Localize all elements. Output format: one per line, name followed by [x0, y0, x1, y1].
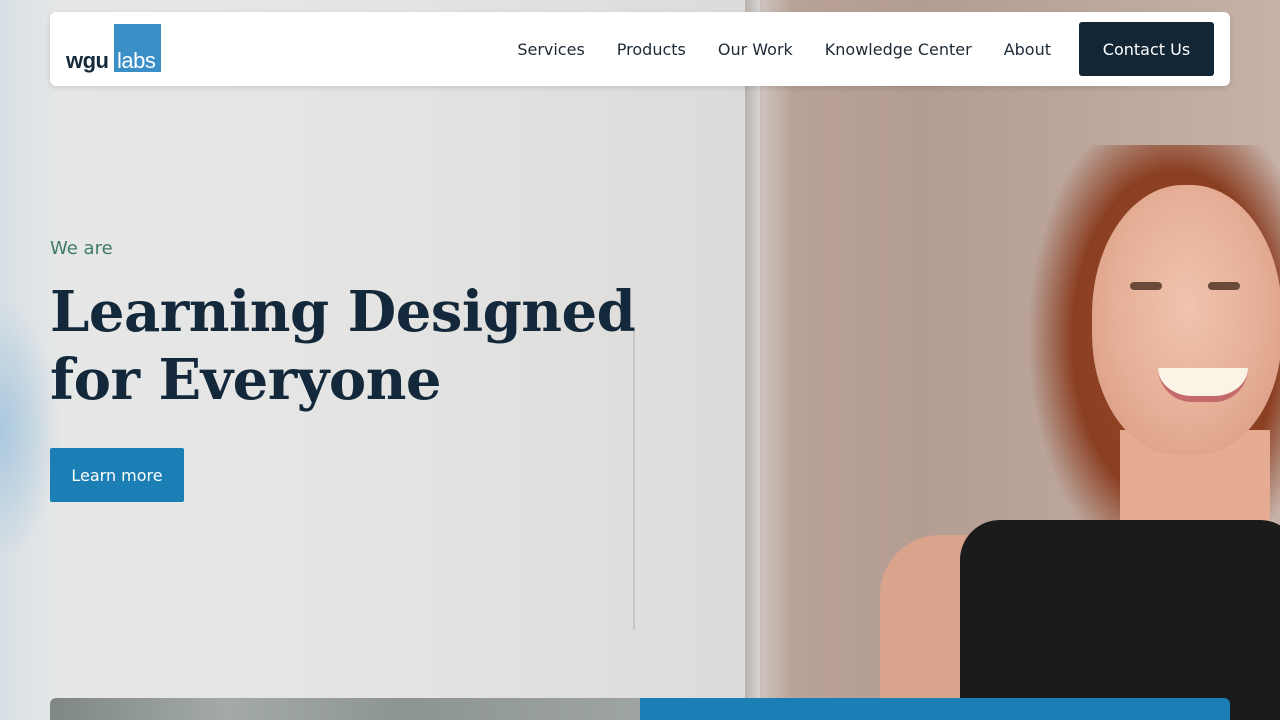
person-eye — [1208, 282, 1240, 290]
nav-about[interactable]: About — [1004, 40, 1051, 59]
hero-eyebrow: We are — [50, 238, 113, 259]
logo-wordmark-wgu: wgu — [66, 48, 109, 73]
feature-card-panel — [640, 698, 1230, 720]
nav-knowledge-center[interactable]: Knowledge Center — [825, 40, 972, 59]
nav-services[interactable]: Services — [517, 40, 584, 59]
hero-headline-line-1: Learning Designed — [50, 279, 636, 345]
hero-headline-line-2: for Everyone — [50, 347, 442, 413]
person-face — [1092, 185, 1280, 455]
nav-products[interactable]: Products — [617, 40, 686, 59]
person-top — [960, 520, 1280, 720]
person-eye — [1130, 282, 1162, 290]
learn-more-button[interactable]: Learn more — [50, 448, 184, 502]
main-nav: Services Products Our Work Knowledge Cen… — [517, 12, 1214, 86]
feature-card-image — [50, 698, 640, 720]
logo-wordmark-labs: labs — [117, 48, 156, 73]
contact-us-button[interactable]: Contact Us — [1079, 22, 1214, 76]
hero-headline: Learning Designed for Everyone — [50, 278, 670, 414]
nav-our-work[interactable]: Our Work — [718, 40, 793, 59]
site-header: wgu labs Services Products Our Work Know… — [50, 12, 1230, 86]
wall-edge — [745, 0, 763, 720]
wgu-labs-logo[interactable]: wgu labs — [66, 24, 162, 73]
